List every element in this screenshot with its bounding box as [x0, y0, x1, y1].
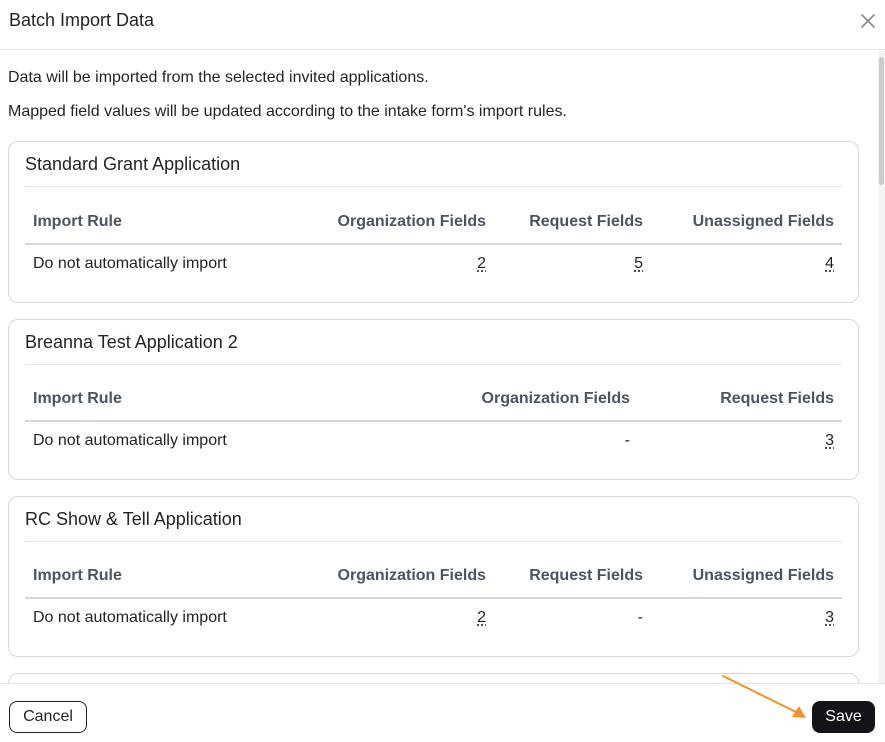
import-rule-cell: Do not automatically import	[33, 432, 227, 449]
scrollbar[interactable]	[878, 51, 885, 683]
cancel-button[interactable]: Cancel	[9, 701, 87, 733]
column-header: Organization Fields	[337, 567, 486, 584]
column-header: Import Rule	[33, 390, 122, 407]
annotation-arrow-icon	[722, 675, 806, 718]
table-row: Do not automatically import 2 5 4	[25, 247, 842, 283]
table-header: Import Rule Organization Fields Request …	[25, 382, 842, 422]
unassigned-fields-count[interactable]: 4	[825, 255, 834, 273]
scrollbar-thumb[interactable]	[879, 57, 884, 185]
column-header: Unassigned Fields	[692, 213, 834, 230]
card-title: RC Show & Tell Application	[25, 509, 242, 529]
divider	[25, 364, 842, 365]
table-header: Import Rule Organization Fields Request …	[25, 559, 842, 599]
intro-text-1: Data will be imported from the selected …	[8, 69, 429, 86]
organization-fields-count: -	[624, 432, 630, 449]
column-header: Request Fields	[529, 213, 643, 230]
column-header: Organization Fields	[481, 390, 630, 407]
column-header: Request Fields	[529, 567, 643, 584]
column-header: Import Rule	[33, 567, 122, 584]
application-card: RC Show & Tell Application Import Rule O…	[8, 496, 859, 657]
column-header: Unassigned Fields	[692, 567, 834, 584]
request-fields-count: -	[637, 609, 643, 626]
dialog-title: Batch Import Data	[9, 10, 155, 30]
table-row: Do not automatically import - 3	[25, 424, 842, 460]
import-rule-cell: Do not automatically import	[33, 609, 227, 626]
dialog-header: Batch Import Data	[0, 0, 885, 50]
application-card: Breanna Test Application 2 Import Rule O…	[8, 319, 859, 480]
save-button[interactable]: Save	[812, 701, 875, 733]
dialog-body: Data will be imported from the selected …	[0, 51, 878, 683]
column-header: Organization Fields	[337, 213, 486, 230]
application-card: Standard Grant Application Import Rule O…	[8, 141, 859, 303]
column-header: Import Rule	[33, 213, 122, 230]
table-row: Do not automatically import 2 - 3	[25, 601, 842, 637]
request-fields-count[interactable]: 3	[825, 432, 834, 450]
unassigned-fields-count[interactable]: 3	[825, 609, 834, 627]
table-header: Import Rule Organization Fields Request …	[25, 205, 842, 245]
organization-fields-count[interactable]: 2	[477, 609, 486, 627]
card-title: Standard Grant Application	[25, 154, 241, 174]
divider	[25, 186, 842, 187]
close-icon[interactable]	[859, 12, 877, 30]
import-rule-cell: Do not automatically import	[33, 255, 227, 272]
divider	[25, 541, 842, 542]
card-title: Breanna Test Application 2	[25, 332, 238, 352]
organization-fields-count[interactable]: 2	[477, 255, 486, 273]
request-fields-count[interactable]: 5	[634, 255, 643, 273]
intro-text-2: Mapped field values will be updated acco…	[8, 103, 567, 120]
column-header: Request Fields	[720, 390, 834, 407]
